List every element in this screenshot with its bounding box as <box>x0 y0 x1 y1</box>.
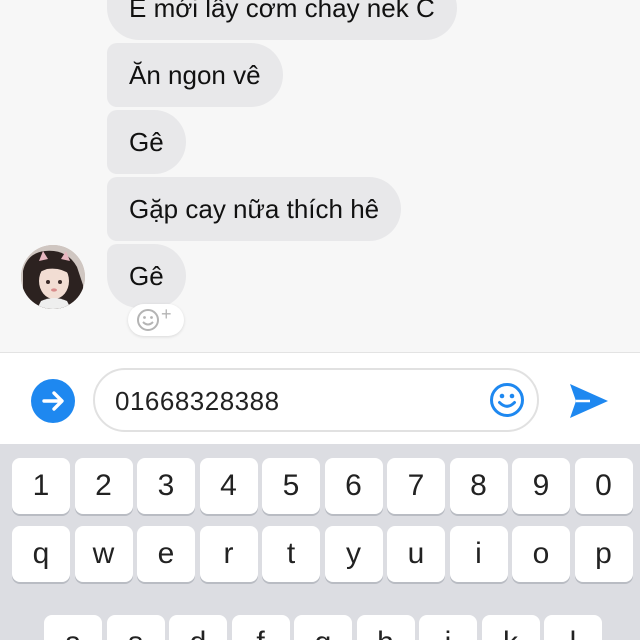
avatar[interactable] <box>21 245 85 309</box>
key-3[interactable]: 3 <box>137 458 195 514</box>
key-a[interactable]: a <box>44 615 102 640</box>
key-g[interactable]: g <box>294 615 352 640</box>
avatar-image <box>21 245 85 309</box>
add-reaction-icon: + <box>137 304 172 331</box>
key-7[interactable]: 7 <box>387 458 445 514</box>
key-t[interactable]: t <box>262 526 320 582</box>
message-input[interactable]: 01668328388 <box>93 368 539 432</box>
key-f[interactable]: f <box>231 615 290 640</box>
key-r[interactable]: r <box>199 526 258 582</box>
key-d[interactable]: d <box>169 615 227 640</box>
key-k[interactable]: k <box>481 615 540 640</box>
key-o[interactable]: o <box>512 526 570 582</box>
message-bubble[interactable]: Ăn ngon vê <box>107 43 283 107</box>
key-4[interactable]: 4 <box>199 458 258 514</box>
key-1[interactable]: 1 <box>12 458 70 514</box>
key-e[interactable]: e <box>137 526 195 582</box>
key-y[interactable]: y <box>324 526 383 582</box>
key-j[interactable]: j <box>419 615 477 640</box>
key-5[interactable]: 5 <box>262 458 320 514</box>
message-bubble[interactable]: Gê <box>107 110 186 174</box>
key-w[interactable]: w <box>74 526 133 582</box>
key-u[interactable]: u <box>387 526 445 582</box>
arrow-right-circle-icon <box>42 391 64 411</box>
message-composer: 01668328388 <box>0 352 640 444</box>
key-9[interactable]: 9 <box>512 458 570 514</box>
smiley-icon <box>490 383 524 417</box>
key-l[interactable]: l <box>544 615 602 640</box>
reaction-plus: + <box>161 304 172 324</box>
expand-actions-button[interactable] <box>31 379 75 423</box>
keyboard: 1234567890 qwertyuiop asdfghjkl <box>0 444 640 640</box>
key-p[interactable]: p <box>574 526 633 582</box>
send-icon <box>570 384 608 418</box>
send-button[interactable] <box>568 381 610 421</box>
message-bubble[interactable]: Gặp cay nữa thích hê <box>107 177 402 241</box>
key-8[interactable]: 8 <box>449 458 508 514</box>
key-h[interactable]: h <box>356 615 415 640</box>
key-0[interactable]: 0 <box>574 458 633 514</box>
key-2[interactable]: 2 <box>74 458 133 514</box>
message-bubble[interactable]: Gê <box>107 244 186 308</box>
emoji-button[interactable] <box>489 382 525 418</box>
message-list[interactable]: E mới lấy cơm chay nek C Ăn ngon vê Gê G… <box>0 0 640 352</box>
message-bubble[interactable]: E mới lấy cơm chay nek C <box>107 0 457 40</box>
add-reaction-button[interactable]: + <box>128 304 184 336</box>
key-i[interactable]: i <box>449 526 508 582</box>
key-s[interactable]: s <box>106 615 165 640</box>
key-6[interactable]: 6 <box>324 458 383 514</box>
key-q[interactable]: q <box>12 526 70 582</box>
message-input-value[interactable]: 01668328388 <box>115 370 280 430</box>
